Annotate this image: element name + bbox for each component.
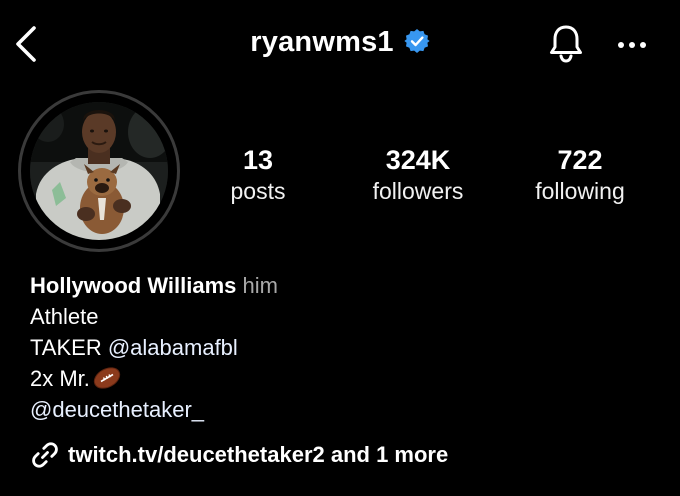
bio-mr-text: 2x Mr.	[30, 366, 90, 391]
posts-stat[interactable]: 13 posts	[208, 144, 308, 206]
bio-taker-line: TAKER @alabamafbl	[30, 332, 650, 363]
following-count: 722	[557, 145, 603, 175]
link-icon	[30, 440, 60, 470]
bio-handle-line: @deucethetaker_	[30, 394, 650, 425]
username-title: ryanwms1	[250, 26, 394, 58]
followers-stat[interactable]: 324K followers	[348, 144, 488, 206]
posts-label: posts	[230, 178, 286, 204]
following-stat[interactable]: 722 following	[510, 144, 650, 206]
display-name: Hollywood Williams	[30, 273, 237, 298]
external-link[interactable]: twitch.tv/deucethetaker2 and 1 more	[30, 440, 448, 472]
bio-name-line: Hollywood Williams him	[30, 270, 650, 301]
pronouns: him	[242, 273, 278, 298]
followers-label: followers	[372, 178, 464, 204]
profile-header: ryanwms1	[0, 0, 680, 90]
deucethetaker-mention-link[interactable]: @deucethetaker_	[30, 397, 204, 422]
american-football-emoji-icon	[92, 366, 122, 390]
following-label: following	[535, 178, 625, 204]
posts-count: 13	[242, 145, 274, 175]
bio-mr-line: 2x Mr.	[30, 363, 650, 394]
external-link-text: twitch.tv/deucethetaker2 and 1 more	[68, 442, 449, 467]
bio-category: Athlete	[30, 304, 99, 329]
more-horizontal-icon[interactable]	[614, 30, 650, 60]
profile-bio: Hollywood Williams him Athlete TAKER @al…	[30, 270, 650, 425]
bell-icon[interactable]	[546, 22, 586, 66]
followers-count: 324K	[385, 145, 451, 175]
verified-badge-icon	[404, 28, 430, 54]
avatar[interactable]	[30, 102, 168, 240]
alabamafbl-mention-link[interactable]: @alabamafbl	[108, 335, 238, 360]
bio-taker-text: TAKER	[30, 335, 102, 360]
